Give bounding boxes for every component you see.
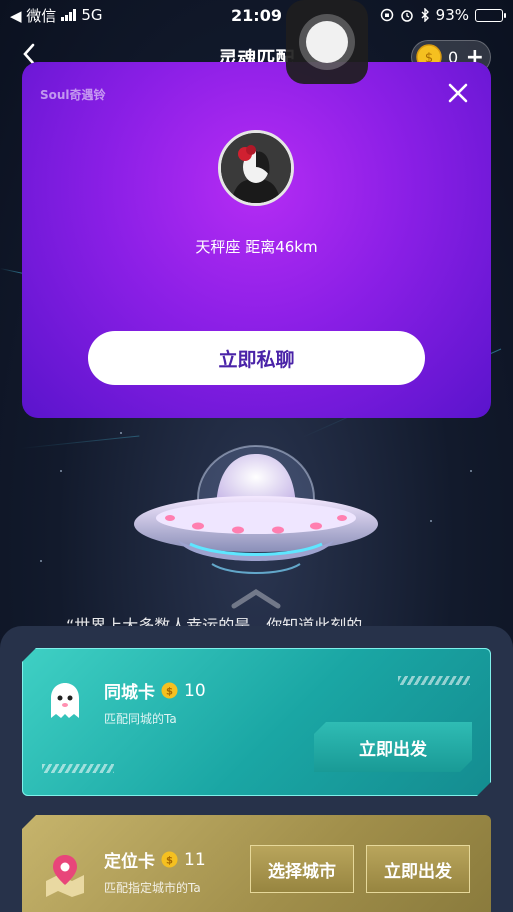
close-icon[interactable] bbox=[445, 80, 471, 106]
same-city-go-button[interactable]: 立即出发 bbox=[314, 722, 472, 772]
orientation-lock-icon bbox=[380, 8, 393, 22]
same-city-title: 同城卡 $ 10 bbox=[104, 680, 206, 703]
chat-now-button[interactable]: 立即私聊 bbox=[88, 331, 425, 385]
location-card[interactable]: 定位卡 $ 11 匹配指定城市的Ta 选择城市 立即出发 bbox=[22, 815, 491, 912]
chevron-up-icon[interactable] bbox=[226, 588, 286, 610]
location-description: 匹配指定城市的Ta bbox=[104, 881, 201, 895]
location-price: 11 bbox=[184, 849, 206, 870]
battery-icon bbox=[475, 8, 506, 22]
alarm-icon bbox=[400, 10, 413, 22]
same-city-description: 匹配同城的Ta bbox=[104, 712, 177, 726]
network-label: 5G bbox=[81, 6, 103, 24]
select-city-button[interactable]: 选择城市 bbox=[250, 845, 354, 893]
back-to-app-label[interactable]: ◀ 微信 bbox=[10, 5, 56, 26]
same-city-price: 10 bbox=[184, 680, 206, 701]
coin-icon: $ bbox=[161, 682, 178, 699]
map-pin-icon bbox=[46, 855, 84, 897]
same-city-card[interactable]: 同城卡 $ 10 匹配同城的Ta 立即出发 bbox=[22, 648, 491, 796]
ghost-icon bbox=[42, 678, 88, 724]
location-go-button[interactable]: 立即出发 bbox=[366, 845, 470, 893]
assistive-touch-button[interactable] bbox=[286, 0, 368, 84]
ufo-illustration bbox=[134, 445, 378, 574]
decor-stripes bbox=[42, 764, 114, 773]
match-info: 天秤座 距离46km bbox=[195, 238, 318, 256]
svg-text:$: $ bbox=[166, 856, 173, 867]
location-title: 定位卡 $ 11 bbox=[104, 849, 206, 873]
signal-icon bbox=[61, 9, 77, 21]
decor-stripes bbox=[398, 676, 470, 685]
coin-icon: $ bbox=[161, 851, 178, 868]
bluetooth-icon bbox=[421, 8, 429, 22]
assistive-touch-ring bbox=[299, 14, 355, 70]
brand-logo: Soul奇遇铃 bbox=[40, 88, 106, 102]
svg-text:$: $ bbox=[166, 687, 173, 698]
status-bar: ◀ 微信 5G 21:09 93% bbox=[0, 0, 513, 30]
match-result-card: Soul奇遇铃 天秤座 距离46km 立即私聊 bbox=[22, 62, 491, 418]
avatar[interactable] bbox=[218, 130, 294, 206]
battery-percent: 93% bbox=[435, 6, 469, 24]
